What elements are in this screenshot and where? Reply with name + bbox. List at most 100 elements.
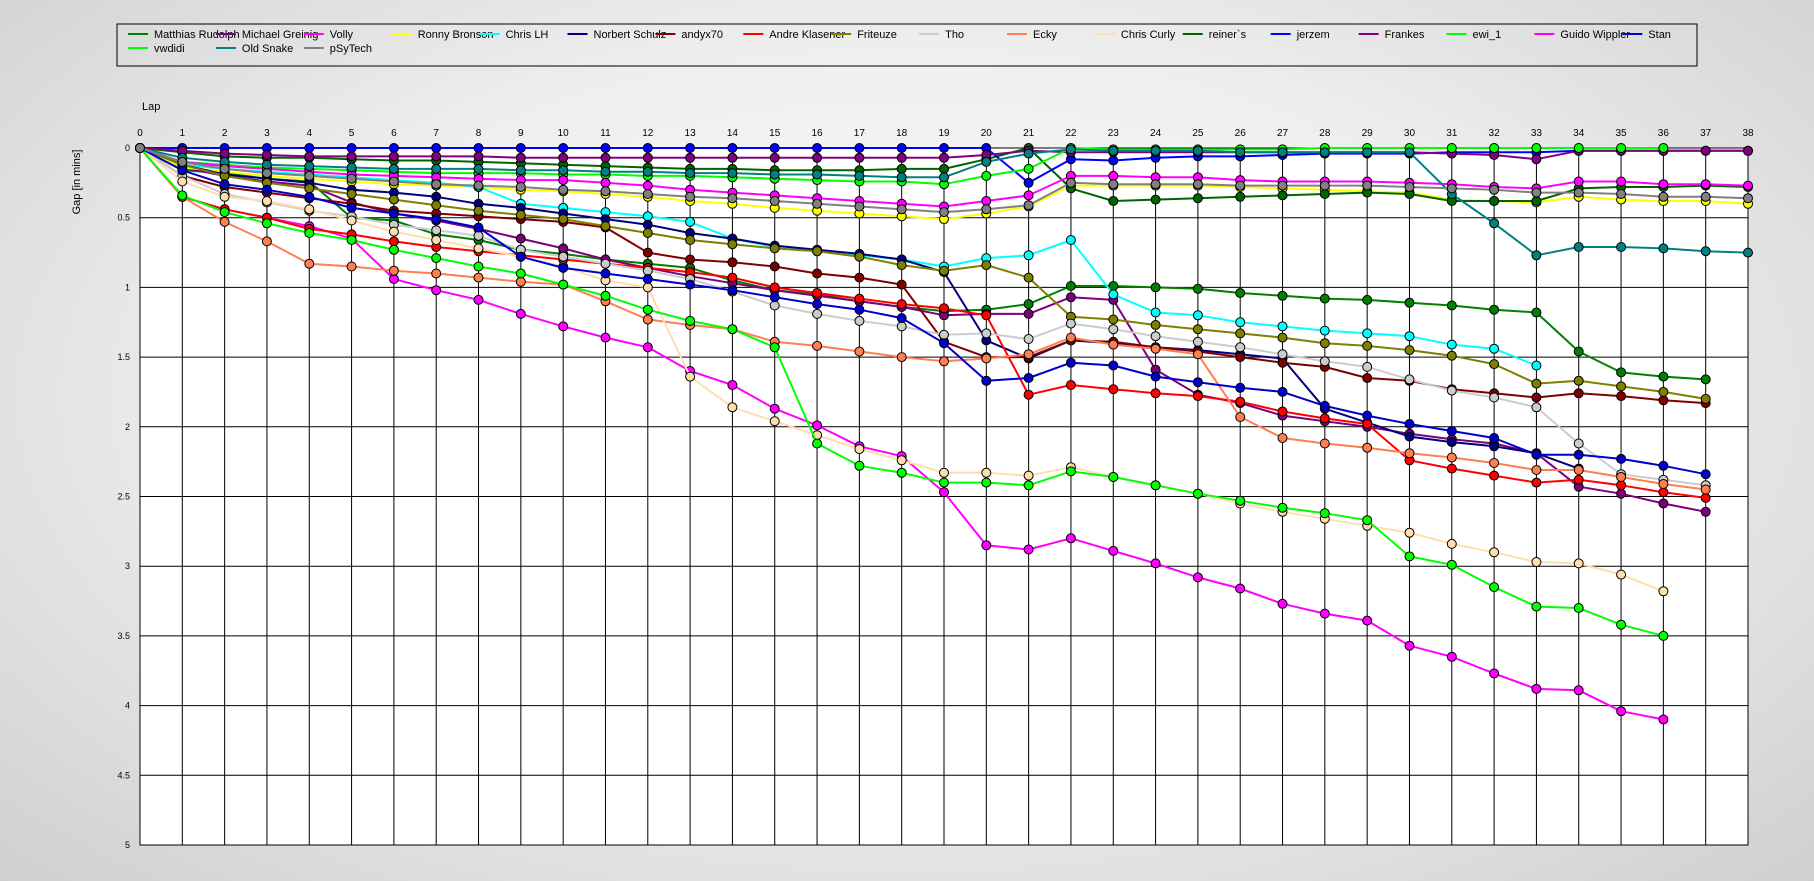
data-point [1192, 377, 1203, 388]
data-point [1150, 194, 1161, 205]
data-point [1616, 242, 1627, 252]
data-point [685, 235, 696, 245]
data-point [1362, 373, 1373, 383]
data-point [896, 321, 907, 332]
data-point [1616, 480, 1627, 491]
data-point [558, 214, 569, 225]
data-point [1277, 321, 1288, 332]
data-point [1531, 402, 1542, 413]
data-point [388, 226, 399, 237]
data-point [1616, 472, 1627, 482]
data-point [1023, 480, 1034, 491]
x-tick-label: 16 [811, 128, 823, 139]
data-point [854, 293, 865, 304]
data-point [346, 202, 357, 213]
legend-label: Frankes [1385, 29, 1425, 41]
data-point [1362, 442, 1373, 453]
data-point [304, 170, 315, 181]
data-point [1023, 334, 1034, 344]
data-point [515, 268, 526, 279]
data-point [1658, 143, 1669, 153]
data-point [177, 165, 188, 176]
x-tick-label: 32 [1489, 128, 1501, 139]
data-point [1065, 332, 1076, 343]
data-point [1404, 331, 1415, 342]
data-point [1023, 373, 1034, 383]
data-point [558, 251, 569, 262]
data-point [346, 235, 357, 245]
data-point [685, 152, 696, 163]
data-point [812, 340, 823, 351]
data-point [1023, 250, 1034, 261]
data-point [685, 216, 696, 227]
data-point [1319, 147, 1330, 158]
data-point [1319, 189, 1330, 199]
data-point [431, 235, 442, 245]
data-point [1446, 426, 1457, 436]
data-point [1446, 300, 1457, 311]
data-point [600, 332, 611, 343]
data-point [1362, 147, 1373, 158]
data-point [346, 162, 357, 173]
data-point [1319, 608, 1330, 619]
data-point [1446, 463, 1457, 474]
data-point [1446, 143, 1457, 153]
data-point [1573, 474, 1584, 485]
data-point [1235, 342, 1246, 353]
data-point [1446, 350, 1457, 361]
x-tick-label: 23 [1108, 128, 1120, 139]
x-tick-label: 18 [896, 128, 908, 139]
data-point [1616, 189, 1627, 199]
data-point [1362, 615, 1373, 626]
data-point [1573, 465, 1584, 475]
data-point [642, 211, 653, 222]
data-point [1404, 374, 1415, 385]
data-point [431, 214, 442, 225]
data-point [1658, 386, 1669, 397]
data-point [431, 268, 442, 279]
y-tick-label: 2 [125, 422, 130, 432]
data-point [1235, 352, 1246, 363]
data-point [473, 261, 484, 272]
data-point [1531, 465, 1542, 475]
data-point [1023, 544, 1034, 555]
data-point [1150, 331, 1161, 342]
x-tick-labels: 0 1 2 3 4 5 6 7 8 9 10 11 12 13 14 15 16 17 18 19 20 21 22 23 24… [137, 128, 1754, 139]
data-point [1573, 346, 1584, 357]
data-point [727, 402, 738, 413]
data-point [431, 225, 442, 236]
data-point [642, 152, 653, 163]
data-point [431, 151, 442, 162]
data-point [642, 189, 653, 199]
data-point [1362, 294, 1373, 305]
data-point [1108, 324, 1119, 335]
data-point [1743, 247, 1753, 258]
data-point [1573, 558, 1584, 569]
data-point [1150, 307, 1161, 318]
data-point [939, 172, 949, 183]
data-point [1658, 179, 1669, 190]
data-point [642, 219, 653, 230]
data-point [1277, 386, 1288, 397]
data-point [854, 346, 865, 357]
legend-label: Chris Curly [1121, 29, 1176, 41]
data-point [896, 352, 907, 363]
data-point [1573, 388, 1584, 399]
data-point [1573, 143, 1584, 153]
data-point [769, 292, 780, 303]
data-point [642, 314, 653, 325]
data-point [1658, 460, 1669, 471]
legend: Matthias Rudolph Michael Greinig Volly Ronn… [116, 23, 1698, 67]
data-point [473, 151, 484, 162]
data-point [1362, 340, 1373, 351]
x-tick-label: 14 [727, 128, 739, 139]
x-tick-label: 24 [1150, 128, 1162, 139]
data-point [1065, 235, 1076, 245]
data-point [896, 143, 907, 153]
data-point [812, 198, 823, 209]
data-point [1108, 289, 1119, 300]
data-point [1658, 371, 1669, 382]
data-point [1150, 371, 1161, 382]
data-point [1065, 380, 1076, 390]
data-point [1319, 438, 1330, 449]
